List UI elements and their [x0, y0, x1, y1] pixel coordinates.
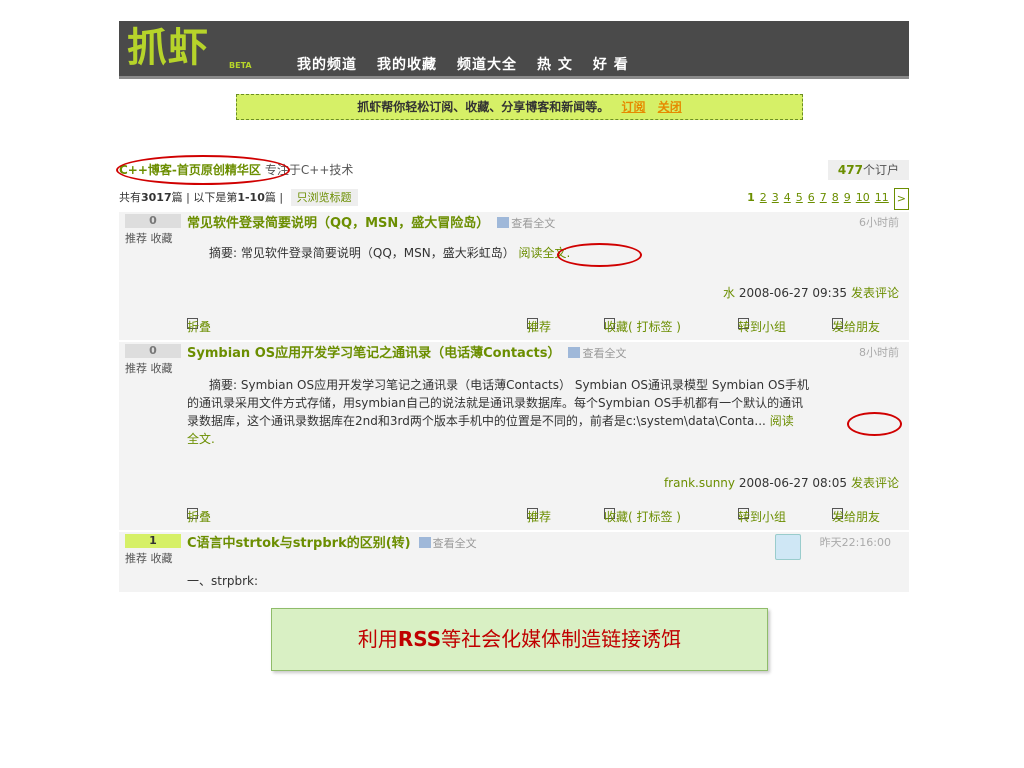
- vote-box: 0 推荐 收藏: [125, 214, 181, 246]
- view-all-icon: [418, 537, 431, 548]
- subscriber-count: 477个订户: [827, 160, 909, 180]
- next-page-button[interactable]: >: [893, 188, 909, 210]
- main-nav: 我的频道 我的收藏 频道大全 热 文 好 看: [297, 54, 629, 74]
- recommend-link[interactable]: 推荐: [125, 552, 147, 565]
- nav-hot-articles[interactable]: 热 文: [537, 54, 573, 74]
- feed-avatar-icon: [775, 534, 801, 560]
- page-8[interactable]: 8: [832, 188, 839, 210]
- post-title[interactable]: Symbian OS应用开发学习笔记之通讯录（电话薄Contacts） 查看全文: [187, 342, 626, 361]
- page-1: 1: [747, 191, 755, 204]
- author-name[interactable]: 水: [723, 286, 735, 300]
- vote-count: 1: [125, 534, 181, 548]
- group-title-line: C++博客-首页原创精华区 专注于C++技术 477个订户: [119, 160, 909, 180]
- site-header: 抓虾 BETA 我的频道 我的收藏 频道大全 热 文 好 看: [119, 21, 909, 79]
- author-name[interactable]: frank.sunny: [664, 476, 735, 490]
- subscribe-link[interactable]: 订阅: [621, 100, 645, 114]
- titles-only-button[interactable]: 只浏览标题: [290, 189, 358, 206]
- read-more-link[interactable]: 阅读: [770, 414, 794, 428]
- page-5[interactable]: 5: [796, 188, 803, 210]
- view-all-icon: [497, 217, 510, 228]
- post-item: 1 推荐 收藏 C语言中strtok与strpbrk的区别(转) 查看全文 昨天2…: [119, 532, 909, 592]
- promo-notice: 抓虾帮你轻松订阅、收藏、分享博客和新闻等。 订阅 关闭: [236, 94, 803, 120]
- post-time: 6小时前: [859, 216, 899, 229]
- view-all-icon: [568, 347, 581, 358]
- vote-box: 1 推荐 收藏: [125, 534, 181, 566]
- nav-my-channels[interactable]: 我的频道: [297, 54, 357, 74]
- post-date: 2008-06-27 08:05: [738, 476, 847, 490]
- page-7[interactable]: 7: [820, 188, 827, 210]
- view-all-link[interactable]: 查看全文: [568, 347, 626, 360]
- read-more-link-cont[interactable]: 全文.: [187, 430, 901, 448]
- post-summary: 摘要: 常见软件登录简要说明（QQ，MSN，盛大彩虹岛） 阅读全文.: [209, 246, 571, 260]
- nav-good-reads[interactable]: 好 看: [593, 54, 629, 74]
- post-actions: 折叠 推荐 收藏( 打标签 ) 转到小组 发给朋友: [187, 508, 881, 524]
- post-summary: 一、strpbrk:: [187, 574, 259, 588]
- listing-summary: 共有3017篇 | 以下是第1-10篇 | 只浏览标题 1 2 3 4 5 6 …: [119, 188, 909, 210]
- slide-caption: 利用RSS等社会化媒体制造链接诱饵: [271, 608, 768, 671]
- group-name[interactable]: C++博客-首页原创精华区: [119, 163, 261, 177]
- nav-all-channels[interactable]: 频道大全: [457, 54, 517, 74]
- comment-link[interactable]: 发表评论: [851, 476, 899, 490]
- recommend-link[interactable]: 推荐: [125, 232, 147, 245]
- beta-badge: BETA: [229, 61, 252, 70]
- page-9[interactable]: 9: [844, 188, 851, 210]
- post-meta: frank.sunny 2008-06-27 08:05 发表评论: [664, 474, 899, 491]
- site-logo[interactable]: 抓虾: [127, 23, 209, 73]
- notice-text: 抓虾帮你轻松订阅、收藏、分享博客和新闻等。: [357, 100, 610, 114]
- post-item: 0 推荐 收藏 Symbian OS应用开发学习笔记之通讯录（电话薄Contac…: [119, 342, 909, 530]
- vote-box: 0 推荐 收藏: [125, 344, 181, 376]
- page-6[interactable]: 6: [808, 188, 815, 210]
- comment-link[interactable]: 发表评论: [851, 286, 899, 300]
- group-description: 专注于C++技术: [264, 163, 354, 177]
- post-item: 0 推荐 收藏 常见软件登录简要说明（QQ，MSN，盛大冒险岛） 查看全文 6小时…: [119, 212, 909, 340]
- recommend-link[interactable]: 推荐: [125, 362, 147, 375]
- nav-my-favorites[interactable]: 我的收藏: [377, 54, 437, 74]
- page-11[interactable]: 11: [875, 188, 889, 210]
- page-3[interactable]: 3: [772, 188, 779, 210]
- vote-count: 0: [125, 214, 181, 228]
- vote-count: 0: [125, 344, 181, 358]
- post-title[interactable]: C语言中strtok与strpbrk的区别(转) 查看全文: [187, 532, 477, 551]
- post-actions: 折叠 推荐 收藏( 打标签 ) 转到小组 发给朋友: [187, 318, 881, 334]
- view-all-link[interactable]: 查看全文: [497, 217, 555, 230]
- close-notice-link[interactable]: 关闭: [658, 100, 682, 114]
- post-meta: 水 2008-06-27 09:35 发表评论: [723, 284, 899, 301]
- post-time: 8小时前: [859, 346, 899, 359]
- page-10[interactable]: 10: [856, 188, 870, 210]
- view-all-link[interactable]: 查看全文: [418, 537, 477, 550]
- page-4[interactable]: 4: [784, 188, 791, 210]
- page-2[interactable]: 2: [760, 188, 767, 210]
- pagination: 1 2 3 4 5 6 7 8 9 10 11 >: [747, 188, 909, 210]
- read-more-link[interactable]: 阅读全文.: [519, 246, 571, 260]
- post-date: 2008-06-27 09:35: [738, 286, 847, 300]
- post-summary: 摘要: Symbian OS应用开发学习笔记之通讯录（电话薄Contacts） …: [187, 376, 901, 448]
- post-title[interactable]: 常见软件登录简要说明（QQ，MSN，盛大冒险岛） 查看全文: [187, 212, 555, 231]
- post-time: 昨天22:16:00: [819, 536, 891, 549]
- favorite-link[interactable]: 收藏: [151, 232, 173, 245]
- favorite-link[interactable]: 收藏: [151, 552, 173, 565]
- favorite-link[interactable]: 收藏: [151, 362, 173, 375]
